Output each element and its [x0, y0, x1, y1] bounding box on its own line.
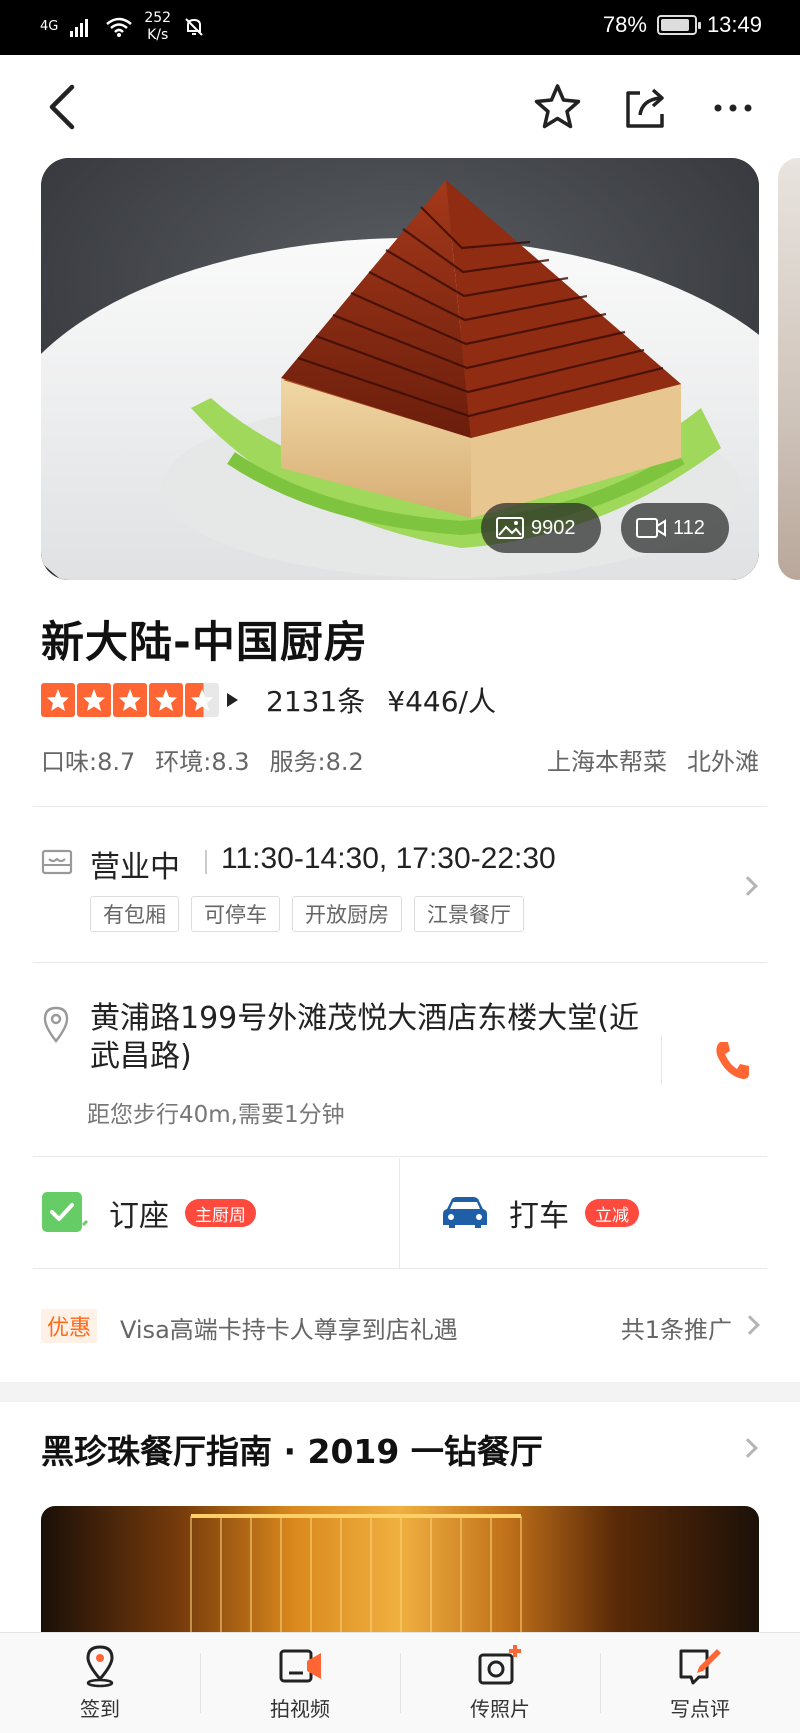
taxi-label: 打车: [509, 1199, 569, 1234]
reserve-button[interactable]: 订座 主厨周: [41, 1158, 256, 1268]
battery-icon: [656, 15, 701, 35]
promo-count: 共1条推广: [620, 1316, 732, 1344]
video-camera-icon: [279, 1649, 321, 1683]
restaurant-name: 新大陆-中国厨房: [41, 618, 368, 668]
separator: [399, 1158, 400, 1268]
camera-plus-icon: [478, 1645, 521, 1685]
guide-title: 黑珍珠餐厅指南 · 2019 一钻餐厅: [41, 1432, 543, 1471]
score-environment: 环境:8.3: [155, 748, 250, 776]
video-icon: [636, 518, 666, 538]
bottom-action-bar: 签到 拍视频 传照片 写点评: [0, 1632, 800, 1733]
status-bar: 4G 252 K/s 78% 13:49: [0, 0, 800, 55]
chevron-right-icon: [740, 1315, 760, 1335]
tab-label: 签到: [80, 1697, 120, 1721]
tab-write-review[interactable]: 写点评: [600, 1633, 800, 1733]
promo-tag: 优惠: [41, 1309, 98, 1343]
hero-photo[interactable]: 9902 112: [41, 158, 759, 580]
chevron-right-icon: [738, 1438, 758, 1458]
car-icon: [443, 1197, 487, 1228]
tab-label: 传照片: [470, 1697, 530, 1721]
star-icon: [77, 683, 111, 717]
feature-tag: 可停车: [191, 896, 280, 932]
tab-checkin[interactable]: 签到: [0, 1633, 200, 1733]
business-hours: 11:30-14:30, 17:30-22:30: [221, 842, 556, 875]
taxi-button[interactable]: 打车 立减: [441, 1158, 639, 1268]
storefront-icon: [41, 849, 73, 875]
feature-tag: 江景餐厅: [414, 896, 524, 932]
score-service: 服务:8.2: [269, 748, 364, 776]
reserve-label: 订座: [109, 1199, 169, 1234]
section-separator: [0, 1382, 800, 1402]
divider: [33, 962, 767, 963]
cuisine-tag[interactable]: 上海本帮菜: [547, 742, 667, 777]
separator: [205, 850, 207, 874]
tab-label: 写点评: [670, 1697, 730, 1721]
feature-tag: 开放厨房: [292, 896, 402, 932]
speed-value: 252: [144, 10, 172, 26]
divider: [33, 806, 767, 807]
next-photo-peek[interactable]: [778, 158, 800, 580]
play-arrow-icon: [227, 693, 238, 707]
business-status: 营业中: [90, 850, 180, 885]
photo-count: 9902: [531, 516, 576, 539]
separator: [661, 1035, 662, 1085]
share-icon[interactable]: [618, 80, 673, 135]
district-tag[interactable]: 北外滩: [687, 742, 759, 777]
wifi-icon: [106, 17, 133, 37]
address-text: 黄浦路199号外滩茂悦大酒店东楼大堂(近武昌路): [90, 1001, 639, 1074]
chevron-right-icon: [738, 876, 758, 896]
image-icon: [496, 517, 524, 539]
promo-text: Visa高端卡持卡人尊享到店礼遇: [120, 1316, 458, 1344]
star-icon: [113, 683, 147, 717]
star-rating: [41, 683, 219, 717]
video-count: 112: [673, 516, 705, 539]
divider: [33, 1268, 767, 1269]
review-count: 2131条: [266, 685, 366, 718]
phone-icon[interactable]: [712, 1038, 752, 1082]
more-options-icon[interactable]: [705, 80, 760, 135]
photo-count-pill[interactable]: 9902: [481, 503, 601, 553]
star-icon: [41, 683, 75, 717]
mute-bell-icon: [185, 18, 203, 36]
favorite-star-icon[interactable]: [530, 80, 585, 135]
location-pin-icon: [86, 1645, 114, 1688]
signal-icon: [70, 19, 89, 37]
score-taste: 口味:8.7: [41, 748, 136, 776]
reserve-badge: 主厨周: [185, 1199, 256, 1227]
star-icon: [149, 683, 183, 717]
tab-upload-photo[interactable]: 传照片: [400, 1633, 600, 1733]
feature-tags: 有包厢 可停车 开放厨房 江景餐厅: [90, 896, 524, 932]
guide-image[interactable]: [41, 1506, 759, 1636]
score-list: 口味:8.7 环境:8.3 服务:8.2: [41, 742, 364, 777]
tab-record-video[interactable]: 拍视频: [200, 1633, 400, 1733]
speed-unit: K/s: [147, 27, 169, 43]
network-speed: 252 K/s: [144, 10, 171, 44]
divider: [33, 1156, 767, 1157]
location-pin-icon: [43, 1006, 69, 1043]
feature-tag: 有包厢: [90, 896, 179, 932]
category-tags: 上海本帮菜 北外滩: [547, 742, 759, 777]
network-label: 4G: [40, 19, 59, 34]
back-arrow-icon[interactable]: [40, 77, 90, 137]
reserve-check-icon: [42, 1192, 89, 1232]
rating-row[interactable]: 2131条 ¥446/人: [41, 680, 496, 720]
price-per-person: ¥446/人: [387, 685, 496, 718]
write-review-icon: [679, 1649, 721, 1685]
taxi-badge: 立减: [585, 1199, 639, 1227]
top-nav: [0, 55, 800, 160]
battery-percent: 78%: [602, 12, 647, 37]
clock: 13:49: [706, 12, 762, 37]
video-count-pill[interactable]: 112: [621, 503, 729, 553]
guide-photo: [190, 1514, 522, 1636]
tab-label: 拍视频: [270, 1697, 330, 1721]
walking-distance: 距您步行40m,需要1分钟: [87, 1102, 345, 1128]
half-star-icon: [185, 683, 219, 717]
